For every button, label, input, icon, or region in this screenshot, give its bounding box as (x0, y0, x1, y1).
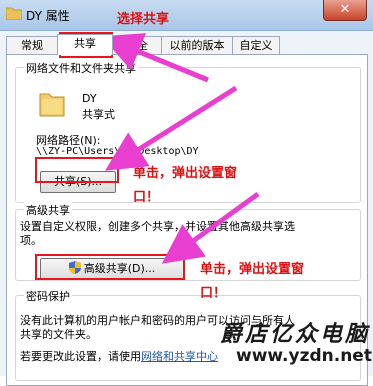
arrow-to-advanced-share-button (161, 191, 260, 264)
arrow-to-share-tab (101, 33, 209, 83)
watermark-brand: 爵店亿众电脑 (220, 321, 371, 347)
watermark-url: www.yzdn.net (236, 346, 372, 366)
properties-window: DY 属性 ✕ 常规 共享 安全 以前的版本 自定义 网络文件和文件夹共享 DY… (0, 0, 373, 386)
tab-sharing[interactable]: 共享 (57, 34, 113, 55)
arrow-to-share-button (105, 85, 238, 171)
